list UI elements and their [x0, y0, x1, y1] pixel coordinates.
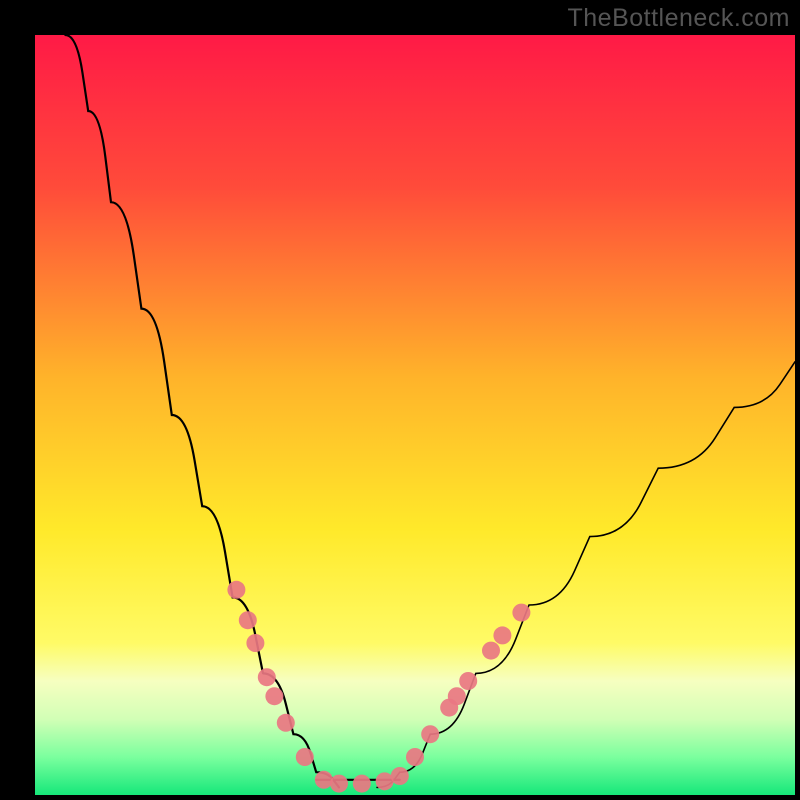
marker-dot — [258, 668, 276, 686]
marker-dot — [353, 775, 371, 793]
chart-frame: TheBottleneck.com — [0, 0, 800, 800]
marker-dot — [227, 581, 245, 599]
marker-dot — [265, 687, 283, 705]
marker-dot — [246, 634, 264, 652]
marker-dot — [277, 714, 295, 732]
marker-dot — [239, 611, 257, 629]
watermark-text: TheBottleneck.com — [568, 4, 791, 33]
marker-dot — [315, 771, 333, 789]
marker-dot — [406, 748, 424, 766]
marker-dot — [330, 775, 348, 793]
marker-dot — [296, 748, 314, 766]
marker-dot — [512, 604, 530, 622]
marker-dot — [459, 672, 477, 690]
plot-area — [35, 35, 795, 795]
marker-dot — [448, 687, 466, 705]
marker-dot — [421, 725, 439, 743]
gradient-background — [35, 35, 795, 795]
plot-svg — [35, 35, 795, 795]
marker-dot — [482, 642, 500, 660]
marker-dot — [391, 767, 409, 785]
marker-dot — [493, 626, 511, 644]
